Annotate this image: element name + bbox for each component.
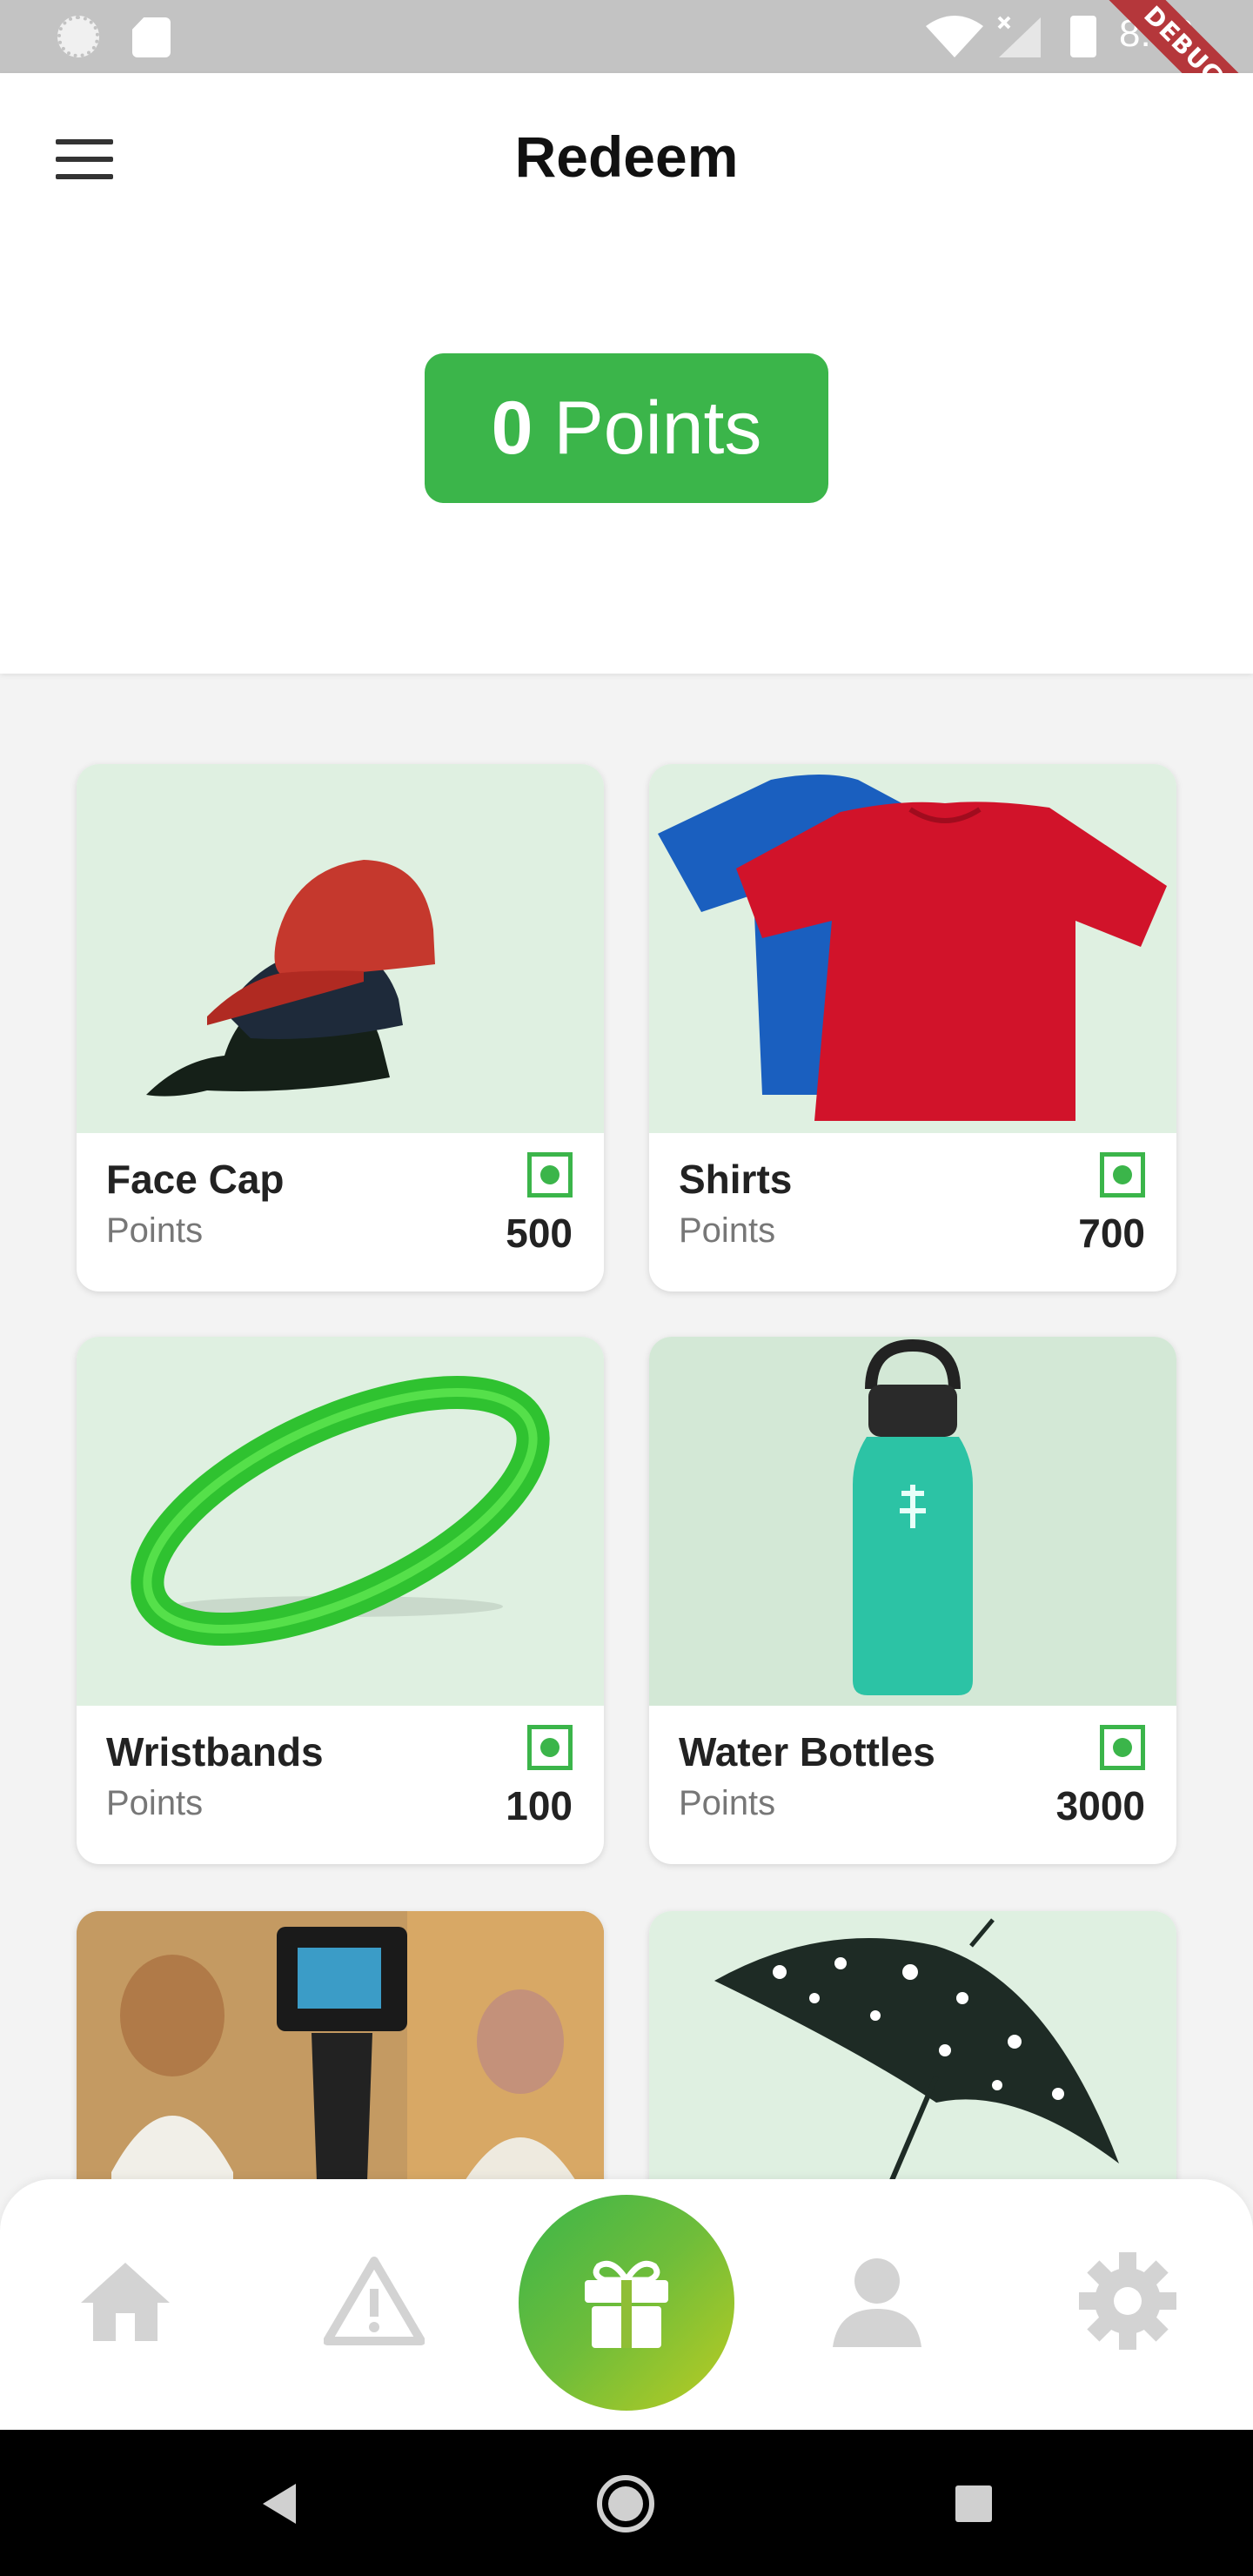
points-label: Points — [679, 1211, 776, 1250]
reward-card-wristbands[interactable]: Wristbands Points 100 — [77, 1337, 604, 1864]
header: Redeem 0 Points — [0, 73, 1253, 674]
select-checkbox[interactable] — [1100, 1725, 1145, 1770]
reward-name: Wristbands — [106, 1729, 324, 1774]
points-label: Points — [106, 1211, 204, 1250]
wifi-icon — [926, 16, 983, 57]
reward-card-shirts[interactable]: Shirts Points 700 — [649, 764, 1176, 1291]
back-icon[interactable] — [249, 2473, 310, 2534]
page-title: Redeem — [514, 124, 739, 189]
bottom-navigation — [0, 2179, 1253, 2430]
home-icon[interactable] — [73, 2249, 178, 2353]
gift-icon[interactable] — [519, 2195, 734, 2411]
reward-points: 700 — [1078, 1211, 1145, 1256]
home-button-icon[interactable] — [595, 2473, 656, 2534]
profile-icon[interactable] — [825, 2249, 929, 2353]
sync-icon — [57, 16, 99, 57]
shirts-image — [649, 764, 1176, 1133]
reward-name: Water Bottles — [679, 1729, 935, 1774]
battery-icon — [1070, 16, 1096, 57]
points-badge: 0 Points — [425, 353, 828, 503]
settings-icon[interactable] — [1075, 2249, 1180, 2353]
status-bar: 8:43 DEBUG — [0, 0, 1253, 153]
points-label: Points — [553, 386, 762, 470]
select-checkbox[interactable] — [527, 1152, 573, 1197]
reward-points: 500 — [506, 1211, 573, 1256]
water-bottle-image — [649, 1337, 1176, 1706]
reward-card-water-bottles[interactable]: Water Bottles Points 3000 — [649, 1337, 1176, 1864]
system-navigation-bar — [0, 2430, 1253, 2576]
reward-name: Shirts — [679, 1157, 793, 1202]
reward-name: Face Cap — [106, 1157, 285, 1202]
points-label: Points — [679, 1784, 776, 1822]
wristband-image — [77, 1337, 604, 1706]
select-checkbox[interactable] — [1100, 1152, 1145, 1197]
signal-icon — [997, 16, 1041, 57]
warning-icon[interactable] — [322, 2249, 426, 2353]
reward-card-face-cap[interactable]: Face Cap Points 500 — [77, 764, 604, 1291]
select-checkbox[interactable] — [527, 1725, 573, 1770]
face-cap-image — [77, 764, 604, 1133]
recents-icon[interactable] — [943, 2473, 1004, 2534]
points-value: 0 — [491, 386, 533, 470]
sd-card-icon — [132, 17, 171, 57]
reward-points: 100 — [506, 1783, 573, 1828]
points-label: Points — [106, 1784, 204, 1822]
reward-points: 3000 — [1055, 1783, 1145, 1828]
